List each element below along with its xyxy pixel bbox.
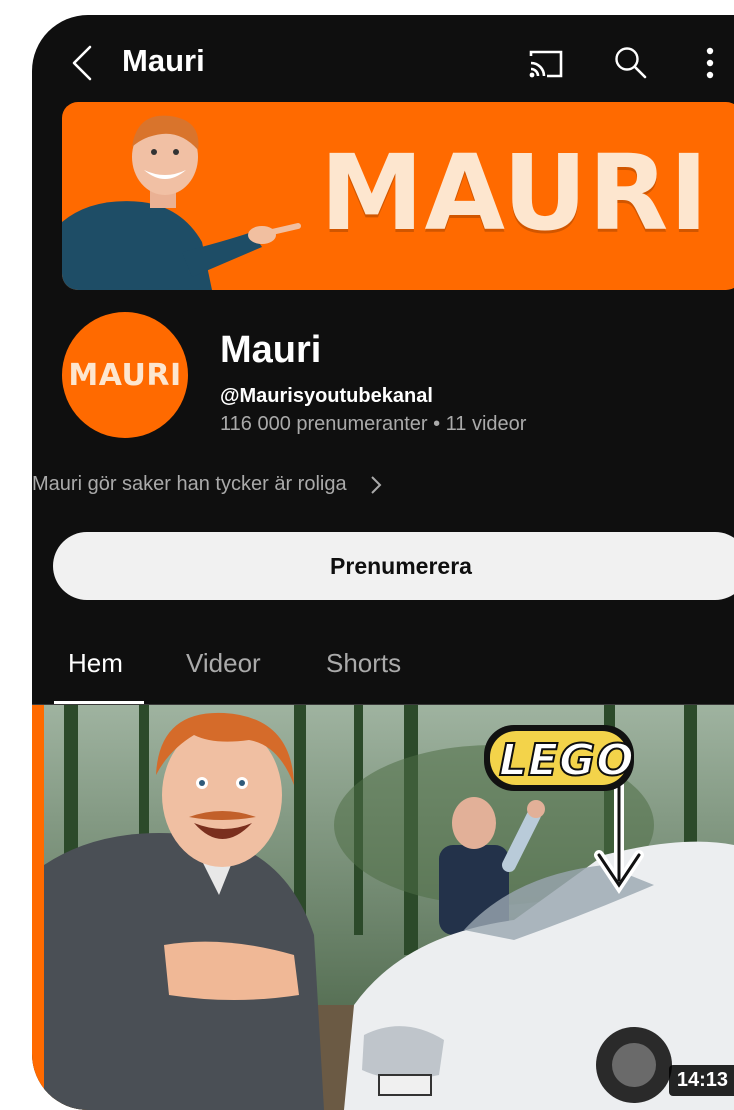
tab-videos[interactable]: Videor [186, 648, 261, 679]
channel-stats: 116 000 prenumeranter • 11 videor [220, 413, 527, 435]
channel-handle: @Maurisyoutubekanal [220, 385, 433, 407]
thumbnail-image: LEGO [44, 705, 734, 1110]
channel-description[interactable]: Mauri gör saker han tycker är roliga [32, 473, 383, 496]
page-title: Mauri [122, 43, 205, 78]
tab-shorts[interactable]: Shorts [326, 648, 401, 679]
cast-icon[interactable] [527, 47, 565, 81]
more-vertical-icon[interactable] [702, 43, 718, 83]
channel-avatar[interactable]: MAURI [62, 312, 188, 438]
video-duration-badge: 14:13 [668, 1065, 734, 1096]
search-icon[interactable] [610, 43, 650, 83]
banner-title: MAURI [320, 132, 710, 254]
app-screen: Mauri MAURI MAURI Mauri @Maurisyoutubeka… [32, 15, 734, 1110]
tab-home[interactable]: Hem [68, 648, 123, 679]
chevron-right-icon [370, 475, 381, 494]
banner-person-image [62, 115, 301, 290]
channel-banner: MAURI [62, 102, 734, 290]
channel-name: Mauri [220, 329, 322, 371]
channel-tabs: Hem Videor Shorts [32, 635, 734, 705]
back-arrow-icon[interactable] [66, 44, 100, 82]
video-thumbnail[interactable]: LEGO 14:13 [32, 705, 734, 1110]
description-text: Mauri gör saker han tycker är roliga [32, 473, 347, 495]
top-bar: Mauri [32, 15, 734, 105]
subscribe-button[interactable]: Prenumerera [53, 532, 734, 600]
thumbnail-lego-text: LEGO [498, 734, 635, 787]
avatar-text: MAURI [68, 357, 182, 393]
